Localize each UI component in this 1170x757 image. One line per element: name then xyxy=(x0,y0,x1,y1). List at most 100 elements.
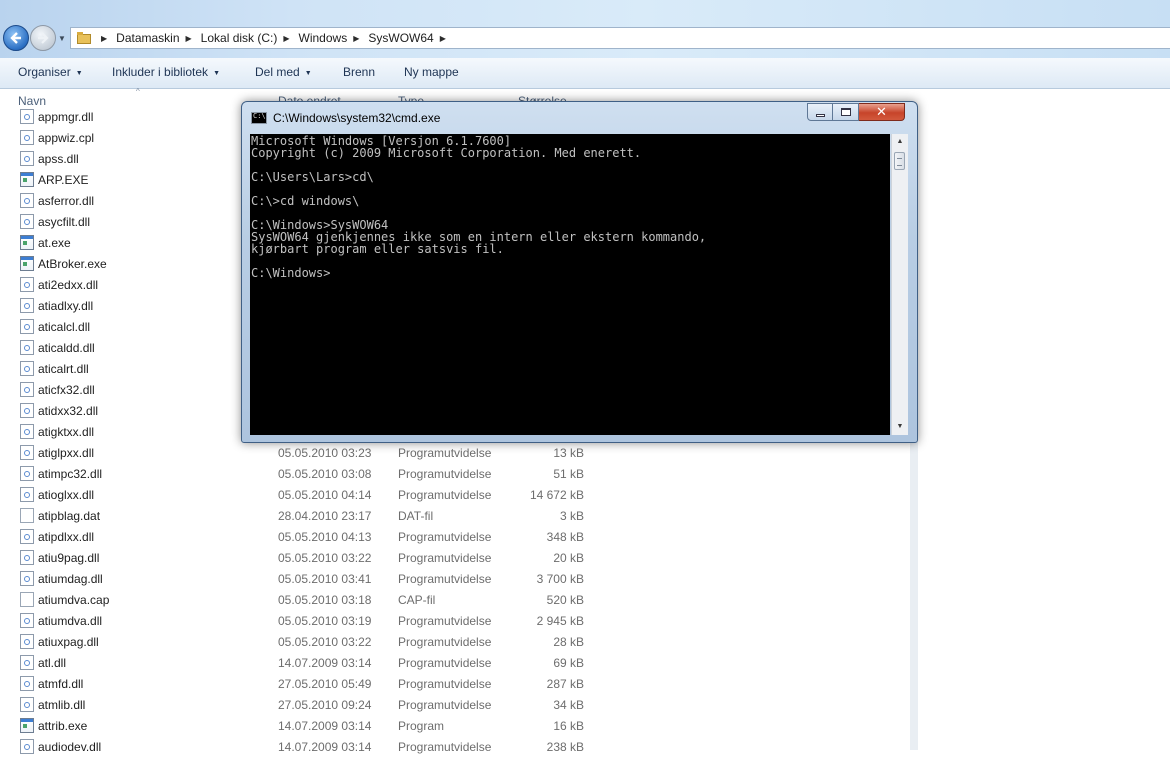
file-row[interactable]: audiodev.dll 14.07.2009 03:14 Programutvid… xyxy=(0,736,900,757)
file-row[interactable]: atiumdag.dll 05.05.2010 03:41 Programutvid… xyxy=(0,568,900,589)
close-button[interactable]: ✕ xyxy=(859,103,905,121)
file-name: atimpc32.dll xyxy=(38,467,103,481)
file-size: 34 kB xyxy=(553,698,584,712)
file-name: atiglpxx.dll xyxy=(38,446,95,460)
forward-button[interactable] xyxy=(30,25,56,51)
dll-file-icon xyxy=(20,697,34,712)
file-row[interactable]: atiumdva.cap 05.05.2010 03:18 CAP-fil 520 k… xyxy=(0,589,900,610)
dll-file-icon xyxy=(20,340,34,355)
scroll-thumb[interactable] xyxy=(894,152,905,170)
file-date: 05.05.2010 03:22 xyxy=(278,551,372,565)
file-row[interactable]: atiu9pag.dll 05.05.2010 03:22 Programutvid… xyxy=(0,547,900,568)
address-bar[interactable]: ▶ Datamaskin ▶ Lokal disk (C:) ▶ Windows… xyxy=(70,27,1170,49)
share-with-button[interactable]: Del med ▼ xyxy=(255,65,312,79)
file-size: 348 kB xyxy=(546,530,584,544)
caret-down-icon: ▼ xyxy=(304,70,312,77)
file-name: asferror.dll xyxy=(38,194,95,208)
file-size: 69 kB xyxy=(553,656,584,670)
file-row[interactable]: attrib.exe 14.07.2009 03:14 Program 16 kB xyxy=(0,715,900,736)
file-size: 3 kB xyxy=(559,509,584,523)
file-type: Programutvidelse xyxy=(398,698,492,712)
dll-file-icon xyxy=(20,193,34,208)
breadcrumb-syswow64[interactable]: SysWOW64 xyxy=(368,31,433,45)
file-date: 14.07.2009 03:14 xyxy=(278,719,372,733)
file-size: 14 672 kB xyxy=(529,488,584,502)
dll-file-icon xyxy=(20,466,34,481)
exe-file-icon xyxy=(20,256,34,271)
file-date: 05.05.2010 03:41 xyxy=(278,572,372,586)
file-name: AtBroker.exe xyxy=(38,257,107,271)
file-name: atmfd.dll xyxy=(38,677,84,691)
file-type: Programutvidelse xyxy=(398,530,492,544)
file-name: atiadlxy.dll xyxy=(38,299,94,313)
recent-pages-dropdown[interactable]: ▼ xyxy=(58,34,66,43)
file-date: 28.04.2010 23:17 xyxy=(278,509,372,523)
file-row[interactable]: atipdlxx.dll 05.05.2010 04:13 Programutvid… xyxy=(0,526,900,547)
arrow-right-icon xyxy=(38,32,49,44)
file-date: 05.05.2010 04:13 xyxy=(278,530,372,544)
file-row[interactable]: atiumdva.dll 05.05.2010 03:19 Programutvid… xyxy=(0,610,900,631)
console-line: kjørbart program eller satsvis fil. xyxy=(251,242,504,256)
file-row[interactable]: atmlib.dll 27.05.2010 09:24 Programutvidel… xyxy=(0,694,900,715)
caret-down-icon: ▼ xyxy=(213,70,220,77)
file-row[interactable]: atipblag.dat 28.04.2010 23:17 DAT-fil 3 kB xyxy=(0,505,900,526)
organize-menu-button[interactable]: Organiser ▼ xyxy=(18,65,83,79)
chevron-right-icon[interactable]: ▶ xyxy=(283,34,289,43)
close-icon: ✕ xyxy=(876,104,887,120)
maximize-button[interactable] xyxy=(833,103,859,121)
folder-icon xyxy=(77,32,91,44)
file-size: 520 kB xyxy=(546,593,584,607)
chevron-right-icon[interactable]: ▶ xyxy=(353,34,359,43)
chevron-right-icon[interactable]: ▶ xyxy=(101,34,107,43)
dll-file-icon xyxy=(20,529,34,544)
file-row[interactable]: atioglxx.dll 05.05.2010 04:14 Programutvid… xyxy=(0,484,900,505)
minimize-button[interactable] xyxy=(807,103,833,121)
include-in-library-button[interactable]: Inkluder i bibliotek ▼ xyxy=(112,65,220,79)
explorer-titlebar: ▼ ▶ Datamaskin ▶ Lokal disk (C:) ▶ Windo… xyxy=(0,0,1170,58)
scroll-up-arrow-icon[interactable]: ▲ xyxy=(892,134,908,150)
console-output: Microsoft Windows [Versjon 6.1.7600] Copy… xyxy=(251,135,706,279)
console-line: C:\Windows> xyxy=(251,266,331,280)
breadcrumb-local-disk[interactable]: Lokal disk (C:) xyxy=(201,31,278,45)
file-name: atipblag.dat xyxy=(38,509,101,523)
dll-file-icon xyxy=(20,130,34,145)
maximize-icon xyxy=(840,108,851,116)
exe-file-icon xyxy=(20,172,34,187)
breadcrumb-windows[interactable]: Windows xyxy=(299,31,348,45)
file-row[interactable]: atl.dll 14.07.2009 03:14 Programutvidelse 6… xyxy=(0,652,900,673)
burn-button[interactable]: Brenn xyxy=(343,65,375,79)
file-row[interactable]: atmfd.dll 27.05.2010 05:49 Programutvidels… xyxy=(0,673,900,694)
dll-file-icon xyxy=(20,382,34,397)
dll-file-icon xyxy=(20,571,34,586)
file-name: atiumdag.dll xyxy=(38,572,103,586)
console-line: Copyright (c) 2009 Microsoft Corporation… xyxy=(251,146,642,160)
breadcrumb-computer[interactable]: Datamaskin xyxy=(116,31,179,45)
chevron-right-icon[interactable]: ▶ xyxy=(440,34,446,43)
file-row[interactable]: atiglpxx.dll 05.05.2010 03:23 Programutvid… xyxy=(0,442,900,463)
file-name: attrib.exe xyxy=(38,719,88,733)
console-scrollbar[interactable]: ▲ ▼ xyxy=(891,134,908,435)
file-type: Programutvidelse xyxy=(398,551,492,565)
file-size: 20 kB xyxy=(553,551,584,565)
dat-file-icon xyxy=(20,592,34,607)
dll-file-icon xyxy=(20,214,34,229)
minimize-icon xyxy=(815,113,825,117)
file-row[interactable]: atiuxpag.dll 05.05.2010 03:22 Programutvid… xyxy=(0,631,900,652)
file-type: Programutvidelse xyxy=(398,488,492,502)
arrow-left-icon xyxy=(10,32,21,44)
chevron-right-icon[interactable]: ▶ xyxy=(186,34,192,43)
file-size: 28 kB xyxy=(553,635,584,649)
dll-file-icon xyxy=(20,550,34,565)
dll-file-icon xyxy=(20,151,34,166)
file-name: appmgr.dll xyxy=(38,110,94,124)
file-name: ati2edxx.dll xyxy=(38,278,99,292)
file-name: atiumdva.dll xyxy=(38,614,103,628)
file-row[interactable]: atimpc32.dll 05.05.2010 03:08 Programutvid… xyxy=(0,463,900,484)
console-line: C:\>cd windows\ xyxy=(251,194,360,208)
file-name: aticfx32.dll xyxy=(38,383,95,397)
back-button[interactable] xyxy=(3,25,29,51)
console-area[interactable]: Microsoft Windows [Versjon 6.1.7600] Copy… xyxy=(250,134,890,435)
scroll-down-arrow-icon[interactable]: ▼ xyxy=(892,419,908,435)
dll-file-icon xyxy=(20,445,34,460)
new-folder-button[interactable]: Ny mappe xyxy=(404,65,459,79)
